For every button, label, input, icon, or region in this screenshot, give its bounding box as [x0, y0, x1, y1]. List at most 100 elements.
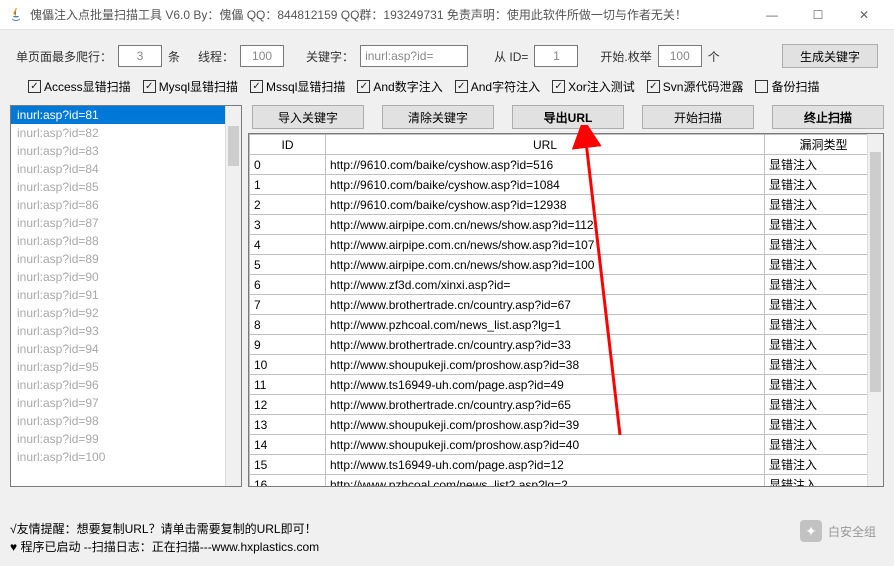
scan-option-1[interactable]: Mysql显错扫描 — [143, 78, 238, 95]
threads-label: 线程： — [198, 48, 234, 65]
scan-option-2[interactable]: Mssql显错扫描 — [250, 78, 345, 95]
table-row[interactable]: 4http://www.airpipe.com.cn/news/show.asp… — [250, 235, 883, 255]
table-row[interactable]: 8http://www.pzhcoal.com/news_list.asp?lg… — [250, 315, 883, 335]
list-item[interactable]: inurl:asp?id=82 — [11, 124, 241, 142]
import-keyword-button[interactable]: 导入关键字 — [252, 105, 364, 129]
list-item[interactable]: inurl:asp?id=90 — [11, 268, 241, 286]
cell-type: 显错注入 — [765, 295, 883, 315]
table-row[interactable]: 11http://www.ts16949-uh.com/page.asp?id=… — [250, 375, 883, 395]
list-item[interactable]: inurl:asp?id=83 — [11, 142, 241, 160]
keyword-input[interactable] — [360, 45, 468, 67]
checkbox-icon[interactable] — [647, 80, 660, 93]
table-row[interactable]: 0http://9610.com/baike/cyshow.asp?id=516… — [250, 155, 883, 175]
scan-option-7[interactable]: 备份扫描 — [755, 78, 819, 95]
checkbox-icon[interactable] — [143, 80, 156, 93]
checkbox-label: And数字注入 — [373, 78, 442, 95]
main-area: inurl:asp?id=81inurl:asp?id=82inurl:asp?… — [0, 105, 894, 487]
table-row[interactable]: 1http://9610.com/baike/cyshow.asp?id=108… — [250, 175, 883, 195]
checkbox-label: And字符注入 — [471, 78, 540, 95]
cell-type: 显错注入 — [765, 335, 883, 355]
list-item[interactable]: inurl:asp?id=97 — [11, 394, 241, 412]
list-item[interactable]: inurl:asp?id=86 — [11, 196, 241, 214]
list-item[interactable]: inurl:asp?id=91 — [11, 286, 241, 304]
checkbox-icon[interactable] — [755, 80, 768, 93]
list-item[interactable]: inurl:asp?id=99 — [11, 430, 241, 448]
minimize-button[interactable]: — — [750, 1, 794, 29]
cell-type: 显错注入 — [765, 355, 883, 375]
checkbox-icon[interactable] — [250, 80, 263, 93]
scan-option-6[interactable]: Svn源代码泄露 — [647, 78, 744, 95]
scan-option-5[interactable]: Xor注入测试 — [552, 78, 635, 95]
max-crawl-input[interactable] — [118, 45, 162, 67]
action-button-row: 导入关键字 清除关键字 导出URL 开始扫描 终止扫描 — [248, 105, 884, 129]
watermark-text: 白安全组 — [828, 523, 876, 540]
checkbox-label: Access显错扫描 — [44, 78, 131, 95]
list-item[interactable]: inurl:asp?id=96 — [11, 376, 241, 394]
list-item[interactable]: inurl:asp?id=89 — [11, 250, 241, 268]
table-row[interactable]: 3http://www.airpipe.com.cn/news/show.asp… — [250, 215, 883, 235]
stop-scan-button[interactable]: 终止扫描 — [772, 105, 884, 129]
checkbox-icon[interactable] — [455, 80, 468, 93]
list-item[interactable]: inurl:asp?id=93 — [11, 322, 241, 340]
table-row[interactable]: 16http://www.pzhcoal.com/news_list2.asp?… — [250, 475, 883, 488]
cell-url: http://www.airpipe.com.cn/news/show.asp?… — [326, 235, 765, 255]
cell-id: 3 — [250, 215, 326, 235]
cell-url: http://9610.com/baike/cyshow.asp?id=1293… — [326, 195, 765, 215]
table-row[interactable]: 5http://www.airpipe.com.cn/news/show.asp… — [250, 255, 883, 275]
list-item[interactable]: inurl:asp?id=88 — [11, 232, 241, 250]
export-url-button[interactable]: 导出URL — [512, 105, 624, 129]
scrollbar[interactable] — [225, 106, 241, 486]
cell-type: 显错注入 — [765, 235, 883, 255]
table-row[interactable]: 6http://www.zf3d.com/xinxi.asp?id=显错注入 — [250, 275, 883, 295]
table-row[interactable]: 9http://www.brothertrade.cn/country.asp?… — [250, 335, 883, 355]
table-row[interactable]: 13http://www.shoupukeji.com/proshow.asp?… — [250, 415, 883, 435]
col-type-header[interactable]: 漏洞类型 — [765, 135, 883, 155]
checkbox-icon[interactable] — [552, 80, 565, 93]
start-scan-button[interactable]: 开始扫描 — [642, 105, 754, 129]
table-scrollbar[interactable] — [867, 134, 883, 486]
generate-keyword-button[interactable]: 生成关键字 — [782, 44, 878, 68]
from-id-input[interactable] — [534, 45, 578, 67]
close-button[interactable]: ✕ — [842, 1, 886, 29]
keyword-list[interactable]: inurl:asp?id=81inurl:asp?id=82inurl:asp?… — [10, 105, 242, 487]
table-row[interactable]: 7http://www.brothertrade.cn/country.asp?… — [250, 295, 883, 315]
wechat-icon: ✦ — [800, 520, 822, 542]
cell-id: 2 — [250, 195, 326, 215]
checkbox-icon[interactable] — [357, 80, 370, 93]
enum-count-input[interactable] — [658, 45, 702, 67]
cell-type: 显错注入 — [765, 155, 883, 175]
scan-option-3[interactable]: And数字注入 — [357, 78, 442, 95]
scan-option-0[interactable]: Access显错扫描 — [28, 78, 131, 95]
table-row[interactable]: 2http://9610.com/baike/cyshow.asp?id=129… — [250, 195, 883, 215]
checkbox-icon[interactable] — [28, 80, 41, 93]
checkbox-label: Mysql显错扫描 — [159, 78, 238, 95]
col-url-header[interactable]: URL — [326, 135, 765, 155]
from-id-label: 从 ID= — [494, 48, 528, 65]
list-item[interactable]: inurl:asp?id=92 — [11, 304, 241, 322]
table-row[interactable]: 12http://www.brothertrade.cn/country.asp… — [250, 395, 883, 415]
table-row[interactable]: 15http://www.ts16949-uh.com/page.asp?id=… — [250, 455, 883, 475]
col-id-header[interactable]: ID — [250, 135, 326, 155]
cell-url: http://www.airpipe.com.cn/news/show.asp?… — [326, 255, 765, 275]
cell-type: 显错注入 — [765, 435, 883, 455]
window-title: 傀儡注入点批量扫描工具 V6.0 By：傀儡 QQ：844812159 QQ群：… — [30, 6, 750, 23]
list-item[interactable]: inurl:asp?id=100 — [11, 448, 241, 466]
list-item[interactable]: inurl:asp?id=84 — [11, 160, 241, 178]
cell-id: 4 — [250, 235, 326, 255]
cell-url: http://www.airpipe.com.cn/news/show.asp?… — [326, 215, 765, 235]
maximize-button[interactable]: ☐ — [796, 1, 840, 29]
list-item[interactable]: inurl:asp?id=87 — [11, 214, 241, 232]
table-row[interactable]: 14http://www.shoupukeji.com/proshow.asp?… — [250, 435, 883, 455]
threads-input[interactable] — [240, 45, 284, 67]
cell-id: 14 — [250, 435, 326, 455]
list-item[interactable]: inurl:asp?id=81 — [11, 106, 241, 124]
table-row[interactable]: 10http://www.shoupukeji.com/proshow.asp?… — [250, 355, 883, 375]
list-item[interactable]: inurl:asp?id=95 — [11, 358, 241, 376]
list-item[interactable]: inurl:asp?id=85 — [11, 178, 241, 196]
clear-keyword-button[interactable]: 清除关键字 — [382, 105, 494, 129]
scan-option-4[interactable]: And字符注入 — [455, 78, 540, 95]
list-item[interactable]: inurl:asp?id=94 — [11, 340, 241, 358]
results-table[interactable]: ID URL 漏洞类型 0http://9610.com/baike/cysho… — [249, 134, 883, 487]
list-item[interactable]: inurl:asp?id=98 — [11, 412, 241, 430]
cell-id: 15 — [250, 455, 326, 475]
